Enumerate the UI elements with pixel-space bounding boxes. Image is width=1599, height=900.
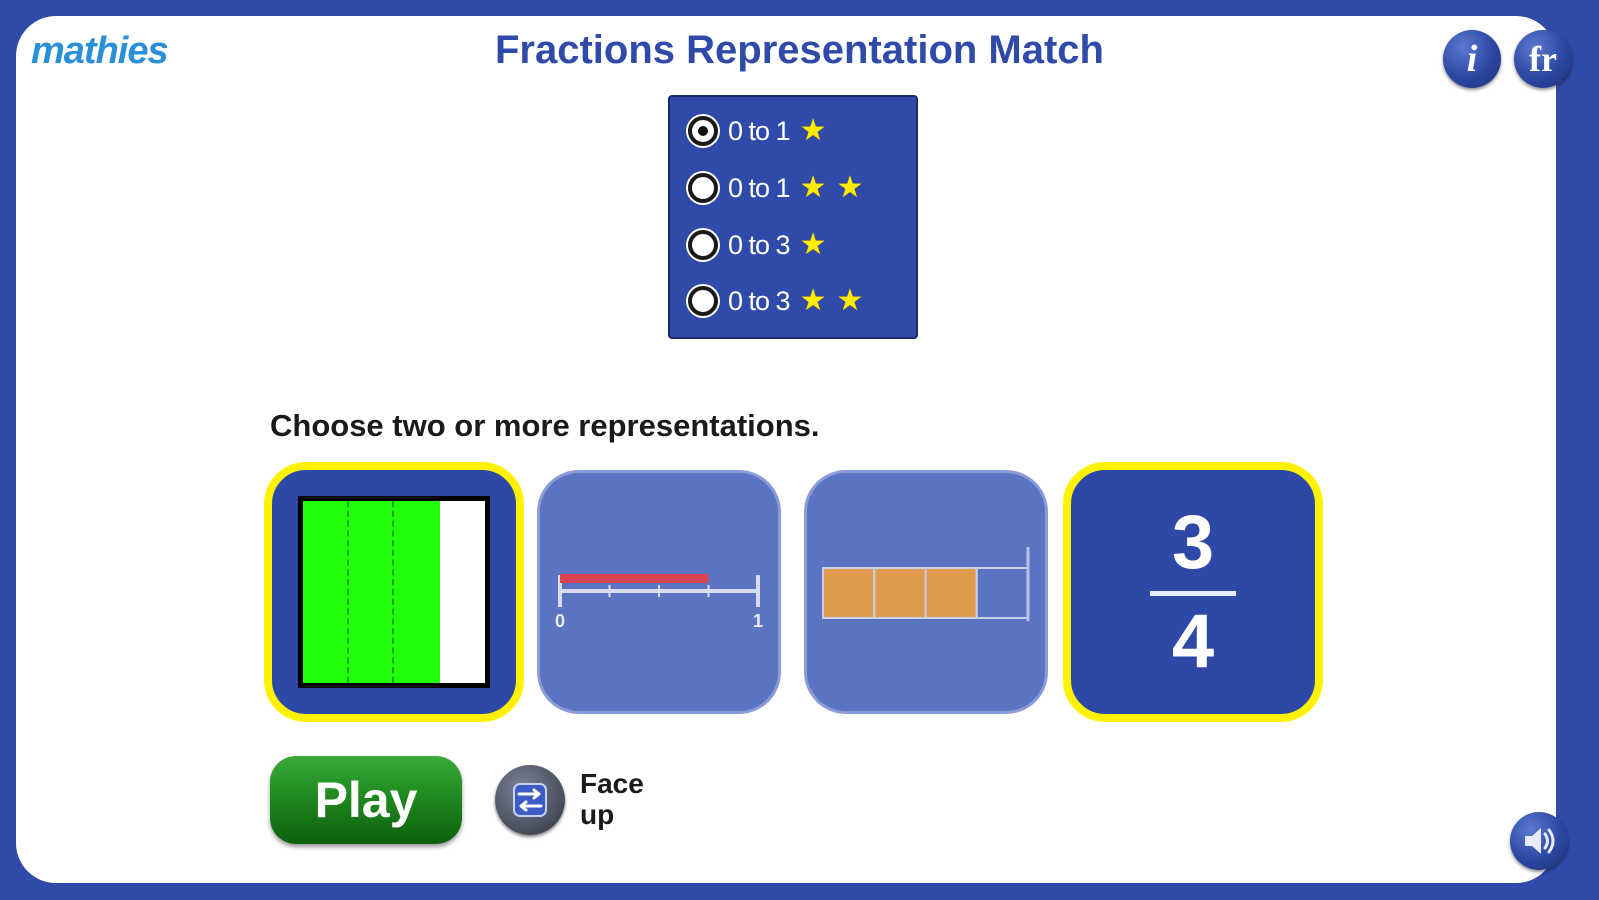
speaker-icon <box>1525 828 1555 854</box>
level-label: 0 to 3 <box>728 285 791 316</box>
radio-button-level-2[interactable] <box>688 173 718 203</box>
strip-cell-filled <box>822 567 876 619</box>
instruction-text: Choose two or more representations. <box>270 408 820 443</box>
french-language-button[interactable]: fr <box>1514 30 1572 88</box>
swap-arrows-icon <box>513 783 547 817</box>
level-label: 0 to 1 <box>728 115 791 146</box>
level-option-3[interactable]: 0 to 3 ★ <box>688 223 908 267</box>
star-icon: ★ <box>836 171 864 204</box>
face-up-label-line2: up <box>580 799 615 830</box>
strip-cell-filled <box>924 567 978 619</box>
face-up-toggle-button[interactable] <box>495 765 565 835</box>
level-stars: ★ ★ <box>790 173 864 203</box>
fraction-symbol-card[interactable]: 3 4 <box>1063 462 1323 722</box>
strip-model <box>822 547 1030 621</box>
number-line-value-bar <box>560 574 709 583</box>
radio-button-level-1[interactable] <box>688 116 718 146</box>
level-option-4[interactable]: 0 to 3 ★ ★ <box>688 279 908 323</box>
number-line-card[interactable]: 0 1 <box>537 470 781 714</box>
number-line: 0 1 <box>555 574 763 631</box>
area-model <box>298 496 490 688</box>
play-button[interactable]: Play <box>270 756 462 844</box>
strip-model-card[interactable] <box>804 470 1048 714</box>
area-model-part <box>303 501 349 683</box>
radio-button-level-3[interactable] <box>688 230 718 260</box>
level-label: 0 to 1 <box>728 172 791 203</box>
level-label: 0 to 3 <box>728 229 791 260</box>
area-model-part <box>440 501 486 683</box>
area-model-part <box>348 501 394 683</box>
french-language-icon: fr <box>1529 39 1557 79</box>
level-option-1[interactable]: 0 to 1 ★ <box>688 109 908 153</box>
star-icon: ★ <box>799 171 827 204</box>
face-up-label: Face up <box>580 768 644 830</box>
star-icon: ★ <box>799 114 827 147</box>
fraction-bar <box>1150 590 1236 596</box>
fraction-denominator: 4 <box>1171 598 1215 684</box>
level-option-2[interactable]: 0 to 1 ★ ★ <box>688 166 908 210</box>
sound-button[interactable] <box>1510 812 1568 870</box>
strip-cell-filled <box>873 567 927 619</box>
face-up-label-line1: Face <box>580 768 644 799</box>
info-icon: i <box>1466 38 1478 80</box>
number-line-max-label: 1 <box>753 611 763 631</box>
radio-button-level-4[interactable] <box>688 286 718 316</box>
page-title: Fractions Representation Match <box>494 28 1104 72</box>
level-stars: ★ <box>790 116 827 146</box>
info-button[interactable]: i <box>1443 30 1501 88</box>
star-icon: ★ <box>799 228 827 261</box>
fraction-numerator: 3 <box>1171 499 1215 585</box>
star-icon: ★ <box>799 284 827 317</box>
fraction-symbol: 3 4 <box>1071 470 1315 714</box>
strip-cell-empty <box>975 567 1029 619</box>
number-line-min-label: 0 <box>555 611 565 631</box>
level-stars: ★ <box>790 230 827 260</box>
area-model-card[interactable] <box>264 462 524 722</box>
level-stars: ★ ★ <box>790 286 864 316</box>
level-selector: 0 to 1 ★ 0 to 1 ★ ★ 0 to 3 ★ 0 to 3 ★ ★ <box>668 95 918 339</box>
area-model-part <box>394 501 440 683</box>
star-icon: ★ <box>836 284 864 317</box>
